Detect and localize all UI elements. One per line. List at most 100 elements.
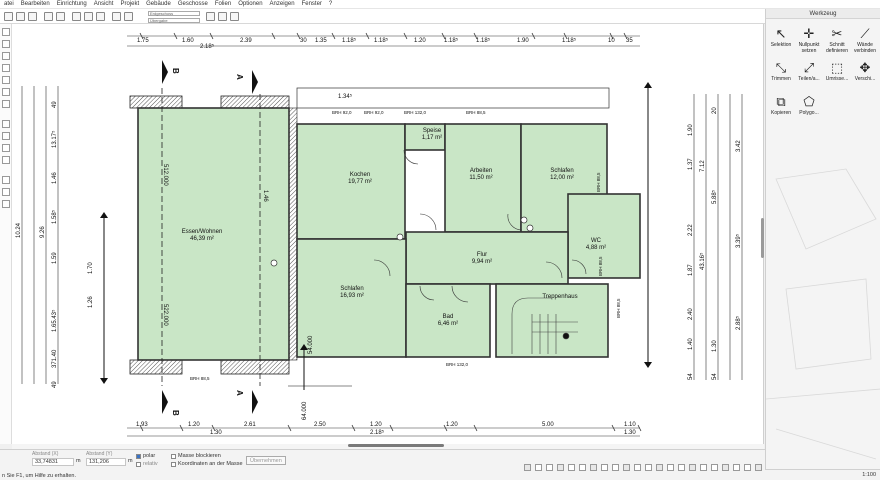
section-b-label: B (171, 410, 180, 416)
new-file-icon[interactable] (4, 12, 13, 21)
status-tool-icon[interactable] (557, 464, 564, 471)
status-tool-icon[interactable] (689, 464, 696, 471)
apply-button[interactable]: Übernehmen (246, 456, 286, 465)
left-tool-icon[interactable] (2, 76, 10, 84)
left-tool-icon[interactable] (2, 176, 10, 184)
left-tool-icon[interactable] (2, 28, 10, 36)
status-tool-icon[interactable] (755, 464, 762, 471)
status-tool-icon[interactable] (623, 464, 630, 471)
status-tool-icon[interactable] (634, 464, 641, 471)
tool-copy[interactable]: ⧉ Kopieren (768, 91, 794, 125)
polygon-icon: ⬠ (803, 94, 815, 109)
horizontal-scroll-thumb[interactable] (348, 444, 444, 447)
left-tool-icon[interactable] (2, 200, 10, 208)
top-dimension: 1.75 (137, 38, 149, 44)
mass-block-label: Masse blockieren (178, 453, 221, 459)
status-tool-icon[interactable] (524, 464, 531, 471)
tool-outline[interactable]: ⬚ Umrisse... (824, 57, 850, 91)
menu-item[interactable]: Gebäude (146, 1, 171, 7)
menu-item[interactable]: ? (329, 1, 332, 7)
tool-trim[interactable]: ⤡ Trimmen (768, 57, 794, 91)
open-file-icon[interactable] (16, 12, 25, 21)
coord-checkbox[interactable] (171, 462, 176, 467)
scale-value[interactable]: 1:100 (862, 472, 876, 478)
status-tool-icon[interactable] (535, 464, 542, 471)
print-icon[interactable] (72, 12, 81, 21)
menu-item[interactable]: Fenster (302, 1, 322, 7)
view-3d-icon[interactable] (112, 12, 121, 21)
tool-split[interactable]: ⤢ Teilen/a... (796, 57, 822, 91)
distance-y-input[interactable]: 131,206 (86, 458, 126, 466)
tool-icon[interactable] (218, 12, 227, 21)
status-tool-icon[interactable] (722, 464, 729, 471)
tool-icon[interactable] (230, 12, 239, 21)
status-tool-icon[interactable] (568, 464, 575, 471)
menu-item[interactable]: Bearbeiten (21, 1, 50, 7)
left-tool-icon[interactable] (2, 88, 10, 96)
left-tool-icon[interactable] (2, 64, 10, 72)
save-icon[interactable] (28, 12, 37, 21)
status-tool-icon[interactable] (546, 464, 553, 471)
status-tool-icon[interactable] (700, 464, 707, 471)
tool-label: Nullpunkt setzen (798, 42, 820, 54)
tool-cursor-arrow[interactable]: ↖ Selektion (768, 23, 794, 57)
pan-icon[interactable] (96, 12, 105, 21)
menu-item[interactable]: Ansicht (94, 1, 114, 7)
left-tool-icon[interactable] (2, 100, 10, 108)
status-tool-icon[interactable] (601, 464, 608, 471)
left-tool-icon[interactable] (2, 120, 10, 128)
menu-item[interactable]: Geschosse (178, 1, 208, 7)
drawing-canvas[interactable]: Essen/Wohnen 46,39 m² Kochen 19,77 m² Speise… (12, 24, 764, 444)
menu-item[interactable]: atei (4, 1, 14, 7)
left-tool-icon[interactable] (2, 132, 10, 140)
status-tool-icon[interactable] (579, 464, 586, 471)
menu-item[interactable]: Einrichtung (57, 1, 87, 7)
room-name: Arbeiten (469, 168, 493, 174)
menu-item[interactable]: Folien (215, 1, 231, 7)
left-dimension: 1.58⁵ (52, 209, 58, 224)
left-tool-icon[interactable] (2, 188, 10, 196)
distance-x-input[interactable]: 33,74831 (32, 458, 74, 466)
room-name: Schlafen (550, 168, 574, 174)
brh-label: BRH 88,5 (190, 376, 210, 381)
tool-origin[interactable]: ✛ Nullpunkt setzen (796, 23, 822, 57)
left-dimension: 1.46 (52, 172, 58, 184)
tool-section-cut[interactable]: ✂ Schnitt definieren (824, 23, 850, 57)
room-area: 1,17 m² (421, 135, 443, 141)
right-dimension: 1.87 (688, 264, 694, 276)
redo-icon[interactable] (56, 12, 65, 21)
polar-checkbox[interactable] (136, 454, 141, 459)
status-tool-icon[interactable] (733, 464, 740, 471)
menu-item[interactable]: Anzeigen (270, 1, 295, 7)
status-tool-icon[interactable] (667, 464, 674, 471)
left-tool-icon[interactable] (2, 144, 10, 152)
right-dimension: 54 (712, 373, 718, 380)
relativ-checkbox[interactable] (136, 462, 141, 467)
left-tool-icon[interactable] (2, 156, 10, 164)
tool-move[interactable]: ✥ Verschi... (852, 57, 878, 91)
status-tool-icon[interactable] (711, 464, 718, 471)
menu-item[interactable]: Optionen (238, 1, 262, 7)
tool-walls-join[interactable]: ⟋ Wände verbinden (852, 23, 878, 57)
status-tool-icon[interactable] (645, 464, 652, 471)
status-tool-icon[interactable] (656, 464, 663, 471)
left-tool-icon[interactable] (2, 40, 10, 48)
bottom-dimension: 1.20 (446, 422, 458, 428)
layers-icon[interactable] (124, 12, 133, 21)
tool-polygon[interactable]: ⬠ Polygo... (796, 91, 822, 125)
zoom-icon[interactable] (84, 12, 93, 21)
vertical-scroll-thumb[interactable] (761, 218, 764, 258)
left-tool-icon[interactable] (2, 52, 10, 60)
menu-item[interactable]: Projekt (120, 1, 139, 7)
status-tool-icon[interactable] (744, 464, 751, 471)
section-a-label: A (235, 74, 244, 80)
mass-block-checkbox[interactable] (171, 454, 176, 459)
tool-icon[interactable] (206, 12, 215, 21)
status-tool-icon[interactable] (678, 464, 685, 471)
status-tool-icon[interactable] (612, 464, 619, 471)
undo-icon[interactable] (44, 12, 53, 21)
status-bar: Abstand (X) 33,74831 m Abstand (Y) 131,2… (0, 449, 765, 480)
status-tool-icon[interactable] (590, 464, 597, 471)
bottom-dimension: 1.20 (370, 422, 382, 428)
tool-label: Schnitt definieren (826, 42, 848, 54)
